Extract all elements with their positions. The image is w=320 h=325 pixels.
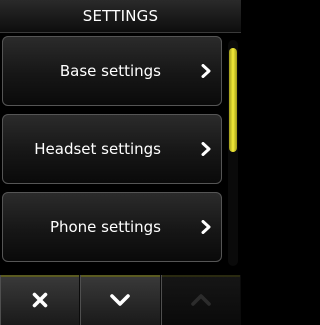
close-icon	[32, 292, 48, 308]
menu-item-label: Base settings	[59, 62, 161, 80]
scrollbar[interactable]	[228, 40, 238, 266]
chevron-right-icon	[201, 142, 211, 156]
close-button[interactable]	[0, 275, 81, 325]
chevron-right-icon	[201, 220, 211, 234]
settings-list: Base settings Headset settings Phone set…	[0, 36, 224, 269]
chevron-up-icon	[191, 294, 211, 306]
scroll-down-button[interactable]	[80, 275, 161, 325]
menu-item-label: Phone settings	[49, 218, 161, 236]
header-bar: SETTINGS	[0, 0, 241, 33]
menu-item-label: Headset settings	[34, 140, 161, 158]
scroll-up-button[interactable]	[160, 275, 241, 325]
chevron-down-icon	[110, 294, 131, 306]
scrollbar-thumb[interactable]	[229, 48, 237, 152]
footer-toolbar	[0, 275, 241, 325]
menu-item-phone-settings[interactable]: Phone settings	[2, 192, 222, 262]
menu-item-headset-settings[interactable]: Headset settings	[2, 114, 222, 184]
menu-item-base-settings[interactable]: Base settings	[2, 36, 222, 106]
page-title: SETTINGS	[82, 7, 159, 25]
chevron-right-icon	[201, 64, 211, 78]
